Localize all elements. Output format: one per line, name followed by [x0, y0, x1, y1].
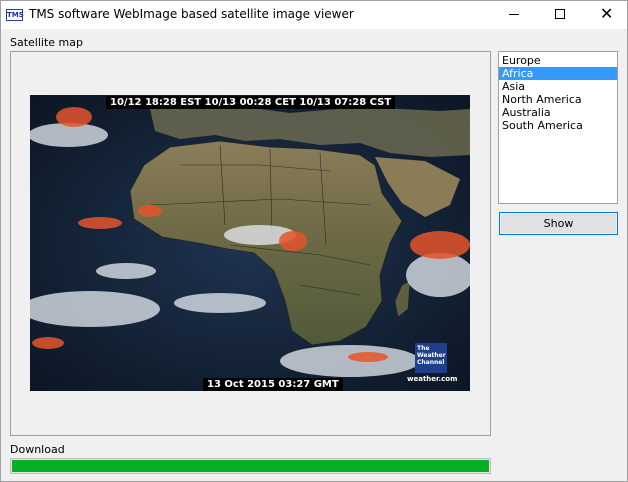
- satellite-image: 10/12 18:28 EST 10/13 00:28 CET 10/13 07…: [30, 95, 470, 391]
- logo-line: Weather: [417, 352, 446, 359]
- weather-channel-logo: The Weather Channel: [415, 343, 447, 373]
- show-button[interactable]: Show: [499, 212, 618, 235]
- map-time-caption: 10/12 18:28 EST 10/13 00:28 CET 10/13 07…: [106, 96, 396, 109]
- close-button[interactable]: ✕: [583, 1, 627, 29]
- region-listbox[interactable]: Europe Africa Asia North America Austral…: [498, 51, 618, 204]
- title-bar[interactable]: TMS TMS software WebImage based satellit…: [1, 1, 627, 29]
- map-date-caption: 13 Oct 2015 03:27 GMT: [203, 378, 343, 391]
- region-item-north-america[interactable]: North America: [499, 93, 617, 106]
- close-icon: ✕: [600, 4, 614, 23]
- satellite-image-graphic: [30, 95, 470, 391]
- minimize-button[interactable]: [491, 1, 537, 29]
- app-window: TMS TMS software WebImage based satellit…: [0, 0, 628, 482]
- region-item-africa[interactable]: Africa: [499, 67, 617, 80]
- download-progress-bar: [10, 458, 491, 474]
- maximize-button[interactable]: [537, 1, 583, 29]
- logo-line: The: [417, 345, 430, 352]
- app-logo-icon: TMS: [6, 9, 24, 21]
- download-progress-fill: [12, 460, 489, 472]
- region-item-asia[interactable]: Asia: [499, 80, 617, 93]
- satellite-map-label: Satellite map: [10, 36, 83, 49]
- region-item-europe[interactable]: Europe: [499, 54, 617, 67]
- maximize-icon: [555, 9, 565, 19]
- logo-line: Channel: [417, 359, 445, 366]
- minimize-icon: [509, 14, 519, 15]
- window-title: TMS software WebImage based satellite im…: [29, 7, 354, 21]
- region-item-australia[interactable]: Australia: [499, 106, 617, 119]
- logo-url: weather.com: [407, 375, 458, 383]
- region-item-south-america[interactable]: South America: [499, 119, 617, 132]
- satellite-map-panel: 10/12 18:28 EST 10/13 00:28 CET 10/13 07…: [10, 51, 491, 436]
- download-label: Download: [10, 443, 65, 456]
